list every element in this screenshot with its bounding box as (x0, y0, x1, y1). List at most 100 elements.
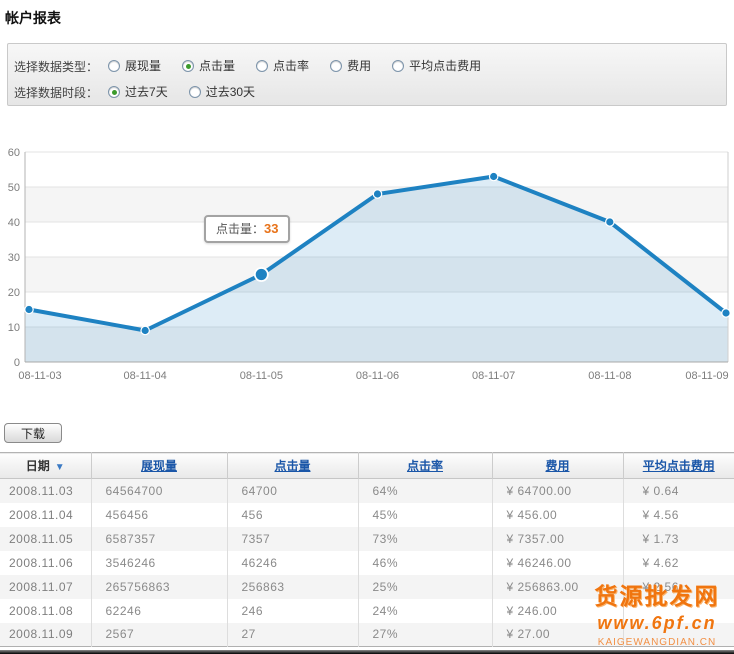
cell-5-3: 24% (358, 599, 492, 623)
y-axis-tick: 10 (8, 322, 20, 334)
y-axis-tick: 60 (8, 147, 20, 159)
chart-canvas: 010203040506008-11-0308-11-0408-11-0508-… (0, 140, 734, 385)
y-axis-tick: 0 (14, 357, 20, 369)
data-period-option-0[interactable]: 过去7天 (108, 83, 168, 100)
clicks-trend-chart: 010203040506008-11-0308-11-0408-11-0508-… (0, 140, 734, 385)
data-type-filter-row: 选择数据类型： 展现量 点击量 点击率 费用 平均点击费用 (14, 53, 726, 79)
data-period-options: 过去7天 过去30天 (108, 83, 276, 101)
cell-3-5: ¥ 4.62 (623, 551, 734, 575)
cell-0-5: ¥ 0.64 (623, 479, 734, 503)
cell-2-3: 73% (358, 527, 492, 551)
cell-1-0: 2008.11.04 (0, 503, 91, 527)
radio-label: 点击量 (199, 57, 235, 74)
data-point-08-11-08[interactable] (606, 218, 614, 226)
table-row-2008.11.07: 2008.11.0726575686325686325%¥ 256863.00¥… (0, 575, 734, 599)
table-row-2008.11.09: 2008.11.0925672727%¥ 27.00 (0, 623, 734, 647)
cell-6-3: 27% (358, 623, 492, 647)
cell-4-2: 256863 (227, 575, 358, 599)
cell-6-2: 27 (227, 623, 358, 647)
data-period-label: 选择数据时段： (14, 84, 98, 101)
data-type-options: 展现量 点击量 点击率 费用 平均点击费用 (108, 57, 502, 75)
cell-4-5: ¥ 2.56 (623, 575, 734, 599)
data-point-08-11-03[interactable] (25, 305, 33, 313)
radio-label: 费用 (347, 57, 371, 74)
column-sort-link-4[interactable]: 费用 (545, 459, 569, 473)
column-sort-link-1[interactable]: 展现量 (141, 459, 177, 473)
data-type-option-4[interactable]: 平均点击费用 (392, 57, 481, 74)
data-type-option-3[interactable]: 费用 (330, 57, 371, 74)
cell-3-2: 46246 (227, 551, 358, 575)
x-axis-tick: 08-11-05 (240, 370, 283, 382)
column-header-3: 点击率 (358, 453, 492, 479)
x-axis-tick: 08-11-03 (18, 370, 61, 382)
table-header-row: 日期 ▼ 展现量 点击量 点击率 费用 平均点击费用 (0, 453, 734, 479)
data-type-option-1[interactable]: 点击量 (182, 57, 235, 74)
radio-icon[interactable] (108, 60, 120, 72)
radio-selected-icon[interactable] (182, 60, 194, 72)
cell-4-0: 2008.11.07 (0, 575, 91, 599)
cell-4-1: 265756863 (91, 575, 227, 599)
cell-5-0: 2008.11.08 (0, 599, 91, 623)
radio-icon[interactable] (256, 60, 268, 72)
cell-2-0: 2008.11.05 (0, 527, 91, 551)
column-sort-link-5[interactable]: 平均点击费用 (643, 459, 715, 473)
sort-descending-icon[interactable]: ▼ (55, 462, 65, 473)
table-body: 2008.11.03645647006470064%¥ 64700.00¥ 0.… (0, 479, 734, 647)
column-header-5: 平均点击费用 (623, 453, 734, 479)
data-period-option-1[interactable]: 过去30天 (189, 83, 255, 100)
x-axis-tick: 08-11-07 (472, 370, 515, 382)
cell-0-4: ¥ 64700.00 (492, 479, 623, 503)
radio-selected-icon[interactable] (108, 86, 120, 98)
page-title: 帐户报表 (5, 8, 61, 28)
data-point-08-11-04[interactable] (141, 326, 149, 334)
cell-5-5 (623, 599, 734, 623)
y-axis-tick: 50 (8, 182, 20, 194)
cell-3-0: 2008.11.06 (0, 551, 91, 575)
cell-5-4: ¥ 246.00 (492, 599, 623, 623)
cell-5-2: 246 (227, 599, 358, 623)
radio-label: 平均点击费用 (409, 57, 481, 74)
radio-label: 展现量 (125, 57, 161, 74)
cell-6-0: 2008.11.09 (0, 623, 91, 647)
cell-2-2: 7357 (227, 527, 358, 551)
column-header-1: 展现量 (91, 453, 227, 479)
radio-icon[interactable] (189, 86, 201, 98)
date-column-label: 日期 (26, 459, 50, 473)
cell-1-3: 45% (358, 503, 492, 527)
table-row-2008.11.08: 2008.11.086224624624%¥ 246.00 (0, 599, 734, 623)
table-row-2008.11.04: 2008.11.0445645645645%¥ 456.00¥ 4.56 (0, 503, 734, 527)
data-point-08-11-09[interactable] (722, 309, 730, 317)
x-axis-tick: 08-11-06 (356, 370, 399, 382)
column-sort-link-3[interactable]: 点击率 (407, 459, 443, 473)
column-header-2: 点击量 (227, 453, 358, 479)
radio-icon[interactable] (330, 60, 342, 72)
data-type-label: 选择数据类型： (14, 58, 98, 75)
column-sort-link-2[interactable]: 点击量 (274, 459, 310, 473)
cell-3-4: ¥ 46246.00 (492, 551, 623, 575)
y-axis-tick: 20 (8, 287, 20, 299)
x-axis-tick: 08-11-08 (588, 370, 631, 382)
cell-6-5 (623, 623, 734, 647)
y-axis-tick: 40 (8, 217, 20, 229)
data-type-option-2[interactable]: 点击率 (256, 57, 309, 74)
x-axis-tick: 08-11-09 (685, 370, 728, 382)
cell-1-5: ¥ 4.56 (623, 503, 734, 527)
table-row-2008.11.05: 2008.11.056587357735773%¥ 7357.00¥ 1.73 (0, 527, 734, 551)
data-point-08-11-07[interactable] (489, 172, 497, 180)
y-axis-tick: 30 (8, 252, 20, 264)
cell-3-3: 46% (358, 551, 492, 575)
download-button[interactable]: 下载 (4, 423, 62, 443)
tooltip-label: 点击量： (216, 222, 264, 236)
table-row-2008.11.06: 2008.11.0635462464624646%¥ 46246.00¥ 4.6… (0, 551, 734, 575)
cell-5-1: 62246 (91, 599, 227, 623)
cell-3-1: 3546246 (91, 551, 227, 575)
data-point-08-11-05[interactable] (255, 268, 268, 281)
bottom-edge-bar (0, 650, 734, 654)
cell-0-3: 64% (358, 479, 492, 503)
data-point-08-11-06[interactable] (373, 190, 381, 198)
cell-1-4: ¥ 456.00 (492, 503, 623, 527)
cell-4-4: ¥ 256863.00 (492, 575, 623, 599)
radio-icon[interactable] (392, 60, 404, 72)
data-type-option-0[interactable]: 展现量 (108, 57, 161, 74)
cell-2-4: ¥ 7357.00 (492, 527, 623, 551)
